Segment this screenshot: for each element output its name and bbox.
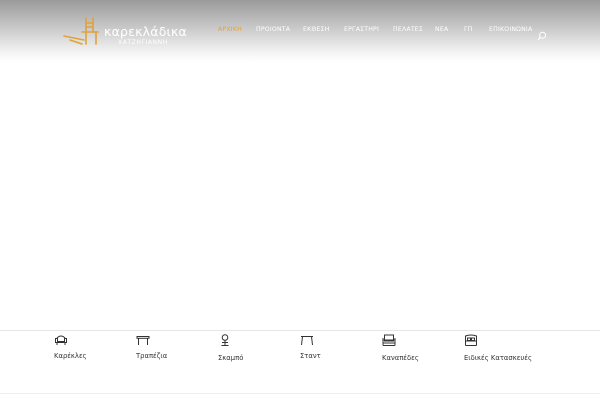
site-header: καρεκλάδικα ΧΑΤΖΗΓΙΑΝΝΗ ΑΡΧΙΚΗ ΠΡΟΙΟΝΤΑ … bbox=[0, 0, 600, 62]
logo-name: καρεκλάδικα bbox=[104, 24, 187, 39]
category-label: Καρέκλες bbox=[54, 352, 87, 360]
search-icon bbox=[537, 31, 547, 41]
divider bbox=[0, 330, 600, 331]
category-custom[interactable]: Ειδικές Κατασκευές bbox=[464, 334, 532, 362]
category-label: Καναπέδες bbox=[382, 354, 419, 362]
bed-icon bbox=[465, 334, 477, 346]
nav-item-showroom[interactable]: ΕΚΘΕΣΗ bbox=[303, 26, 330, 33]
nav-item-contact[interactable]: ΕΠΙΚΟΙΝΩΝΙΑ bbox=[489, 26, 532, 33]
sofa-icon bbox=[382, 334, 396, 346]
category-chairs[interactable]: Καρέκλες bbox=[54, 334, 87, 360]
category-sofas[interactable]: Καναπέδες bbox=[382, 334, 419, 362]
category-label: Ειδικές Κατασκευές bbox=[464, 354, 532, 362]
category-stools[interactable]: Σκαμπό bbox=[218, 334, 243, 362]
nav-item-gp[interactable]: ΓΠ bbox=[464, 26, 473, 33]
footer-divider bbox=[0, 393, 600, 394]
armchair-icon bbox=[55, 335, 67, 345]
nav-item-home[interactable]: ΑΡΧΙΚΗ bbox=[218, 26, 242, 33]
stand-icon bbox=[301, 336, 313, 346]
stool-icon bbox=[221, 334, 229, 346]
category-label: Τραπέζια bbox=[136, 352, 168, 360]
table-icon bbox=[136, 336, 150, 345]
category-stands[interactable]: Σταντ bbox=[300, 334, 321, 360]
category-label: Σκαμπό bbox=[218, 354, 244, 362]
nav-item-products[interactable]: ΠΡΟΙΟΝΤΑ bbox=[256, 26, 290, 33]
category-label: Σταντ bbox=[300, 352, 321, 360]
nav-item-customers[interactable]: ΠΕΛΑΤΕΣ bbox=[393, 26, 423, 33]
category-tables[interactable]: Τραπέζια bbox=[136, 334, 167, 360]
nav-item-workshop[interactable]: ΕΡΓΑΣΤΗΡΙ bbox=[344, 26, 379, 33]
chair-logo-icon bbox=[63, 17, 99, 45]
search-button[interactable] bbox=[537, 26, 547, 41]
nav-item-news[interactable]: ΝΕΑ bbox=[435, 26, 448, 33]
logo[interactable]: καρεκλάδικα ΧΑΤΖΗΓΙΑΝΝΗ bbox=[60, 14, 190, 48]
logo-subtitle: ΧΑΤΖΗΓΙΑΝΝΗ bbox=[118, 39, 168, 46]
